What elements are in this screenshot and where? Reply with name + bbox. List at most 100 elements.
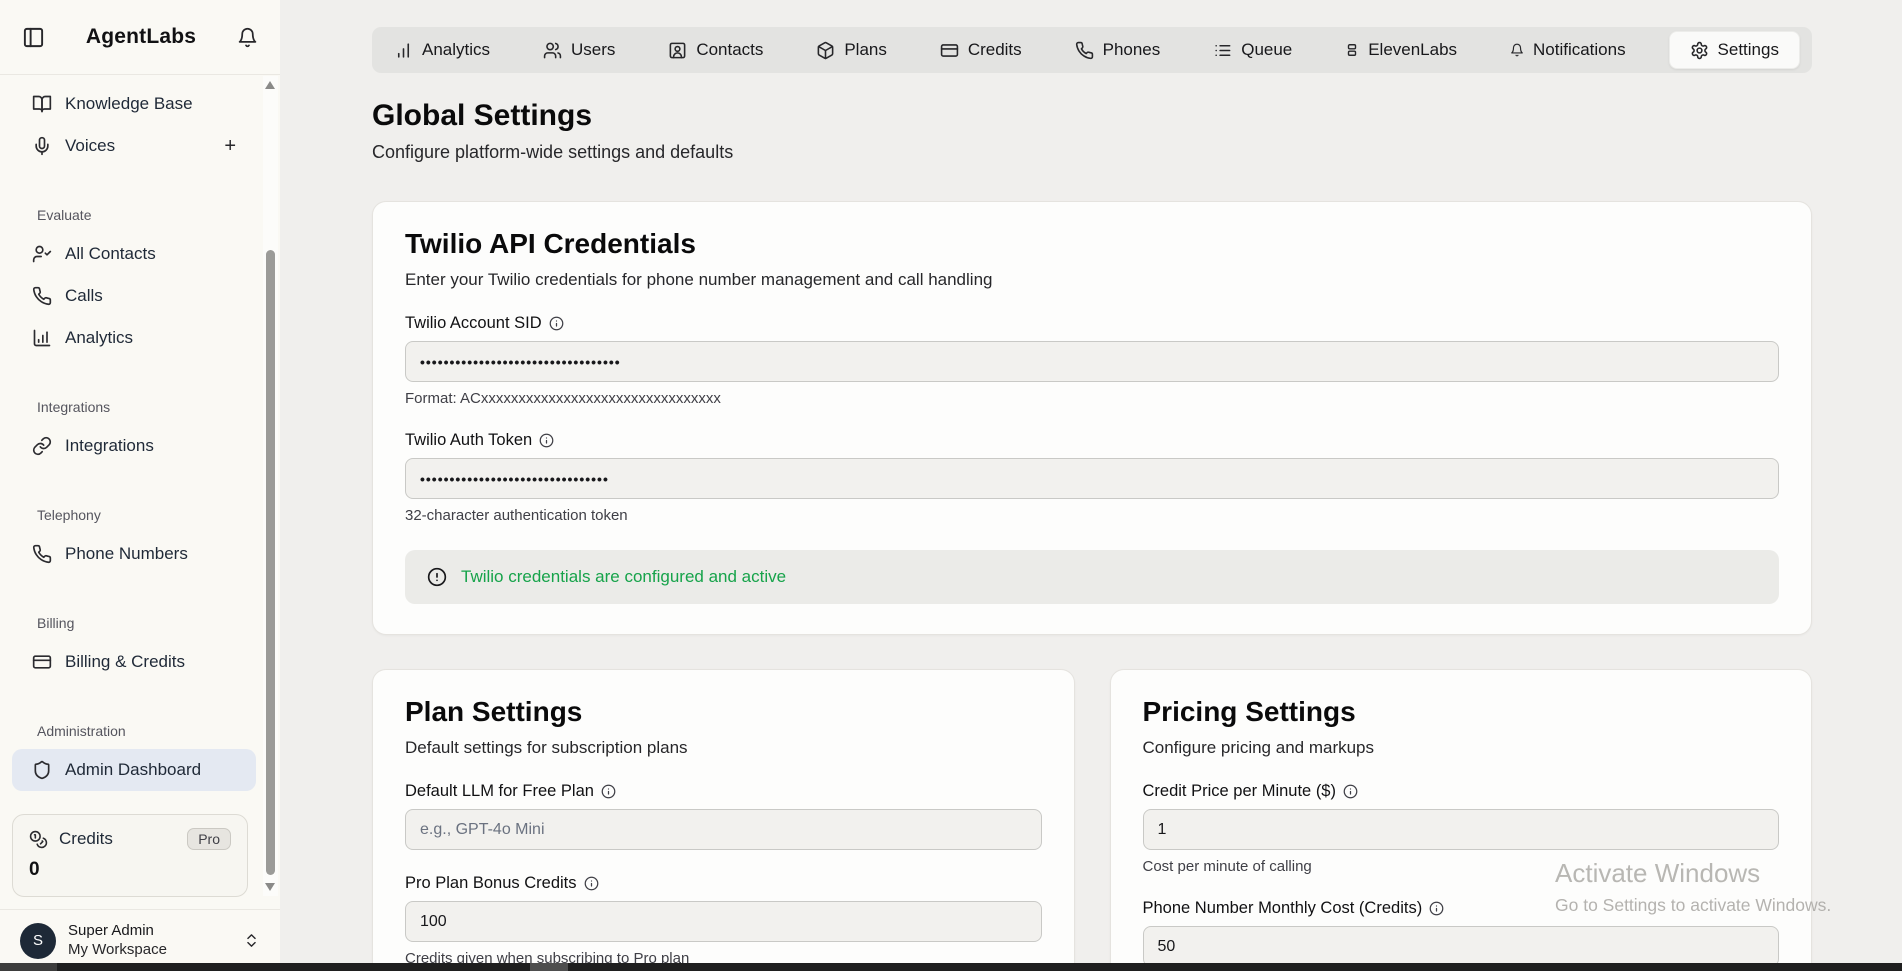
page-title: Global Settings xyxy=(372,99,1812,133)
tab-label: Phones xyxy=(1103,40,1161,60)
page-subtitle: Configure platform-wide settings and def… xyxy=(372,142,1812,163)
link-icon xyxy=(32,436,52,456)
scrollbar-thumb[interactable] xyxy=(266,250,275,875)
tab-notifications[interactable]: Notifications xyxy=(1500,27,1636,73)
tab-label: Analytics xyxy=(422,40,490,60)
info-icon[interactable] xyxy=(584,876,599,891)
phone-cost-field: Phone Number Monthly Cost (Credits) xyxy=(1143,899,1780,967)
field-label: Twilio Auth Token xyxy=(405,431,532,450)
sidebar-item-label: Admin Dashboard xyxy=(65,760,201,780)
twilio-token-field: Twilio Auth Token 32-character authentic… xyxy=(405,431,1779,524)
sidebar-item-label: Billing & Credits xyxy=(65,652,185,672)
section-title: Administration xyxy=(37,723,256,739)
sidebar-header: AgentLabs xyxy=(0,0,280,75)
sidebar-item-phone-numbers[interactable]: Phone Numbers xyxy=(12,533,256,575)
twilio-sid-input[interactable] xyxy=(405,341,1779,382)
sidebar-item-admin-dashboard[interactable]: Admin Dashboard xyxy=(12,749,256,791)
scroll-up-arrow[interactable] xyxy=(265,81,275,89)
tab-label: ElevenLabs xyxy=(1368,40,1457,60)
tab-plans[interactable]: Plans xyxy=(806,27,897,73)
status-text: Twilio credentials are configured and ac… xyxy=(461,567,786,587)
gear-icon xyxy=(1690,41,1709,60)
field-helper: 32-character authentication token xyxy=(405,507,1779,524)
default-llm-field: Default LLM for Free Plan xyxy=(405,782,1042,850)
credits-label: Credits xyxy=(59,829,176,849)
sidebar-item-label: Analytics xyxy=(65,328,133,348)
panel-toggle-icon[interactable] xyxy=(22,26,45,49)
sidebar-item-label: Phone Numbers xyxy=(65,544,188,564)
add-voice-button[interactable]: + xyxy=(224,136,236,156)
sidebar-scrollbar xyxy=(263,76,278,896)
tab-elevenlabs[interactable]: ElevenLabs xyxy=(1335,27,1467,73)
sidebar: AgentLabs Knowledge Base Voices + Evalua… xyxy=(0,0,280,971)
sidebar-section-administration: Administration Admin Dashboard xyxy=(12,723,256,791)
sidebar-item-analytics[interactable]: Analytics xyxy=(12,317,256,359)
chevrons-up-down-icon xyxy=(243,932,260,949)
bar-chart-icon xyxy=(32,328,52,348)
sidebar-item-label: All Contacts xyxy=(65,244,156,264)
info-icon[interactable] xyxy=(549,316,564,331)
phone-icon xyxy=(32,286,52,306)
sidebar-item-knowledge-base[interactable]: Knowledge Base xyxy=(12,83,256,125)
alert-circle-icon xyxy=(427,567,447,587)
tab-queue[interactable]: Queue xyxy=(1203,27,1302,73)
twilio-status-banner: Twilio credentials are configured and ac… xyxy=(405,550,1779,604)
settings-cards-row: Plan Settings Default settings for subsc… xyxy=(372,669,1812,971)
plan-settings-card: Plan Settings Default settings for subsc… xyxy=(372,669,1075,971)
list-icon xyxy=(1213,41,1232,60)
field-label: Pro Plan Bonus Credits xyxy=(405,874,577,893)
scroll-down-arrow[interactable] xyxy=(265,883,275,891)
avatar: S xyxy=(20,923,56,959)
app-window: AgentLabs Knowledge Base Voices + Evalua… xyxy=(0,0,1902,971)
field-label: Phone Number Monthly Cost (Credits) xyxy=(1143,899,1423,918)
workspace-name: My Workspace xyxy=(68,941,231,960)
tab-settings[interactable]: Settings xyxy=(1669,31,1800,69)
sidebar-item-calls[interactable]: Calls xyxy=(12,275,256,317)
card-title: Plan Settings xyxy=(405,696,1042,728)
field-label: Twilio Account SID xyxy=(405,314,542,333)
phone-icon xyxy=(1075,41,1094,60)
taskbar-edge-segment xyxy=(530,963,568,971)
sidebar-item-voices[interactable]: Voices + xyxy=(12,125,256,167)
tab-analytics[interactable]: Analytics xyxy=(384,27,500,73)
tab-label: Settings xyxy=(1718,40,1779,60)
mic-icon xyxy=(32,136,52,156)
tab-contacts[interactable]: Contacts xyxy=(658,27,773,73)
tab-credits[interactable]: Credits xyxy=(930,27,1032,73)
credit-card-icon xyxy=(32,652,52,672)
sidebar-nav: Knowledge Base Voices + Evaluate All Con… xyxy=(0,75,280,814)
sidebar-item-integrations[interactable]: Integrations xyxy=(12,425,256,467)
tab-label: Queue xyxy=(1241,40,1292,60)
info-icon[interactable] xyxy=(1343,784,1358,799)
workspace-switcher[interactable]: S Super Admin My Workspace xyxy=(0,909,280,971)
coins-icon xyxy=(29,830,48,849)
pro-badge: Pro xyxy=(187,828,231,850)
twilio-token-input[interactable] xyxy=(405,458,1779,499)
section-title: Telephony xyxy=(37,507,256,523)
tab-phones[interactable]: Phones xyxy=(1065,27,1171,73)
default-llm-input[interactable] xyxy=(405,809,1042,850)
card-subtitle: Configure pricing and markups xyxy=(1143,738,1780,758)
bell-icon[interactable] xyxy=(237,27,258,48)
tab-users[interactable]: Users xyxy=(533,27,625,73)
info-icon[interactable] xyxy=(1429,901,1444,916)
taskbar-edge-segment xyxy=(0,963,57,971)
tab-label: Credits xyxy=(968,40,1022,60)
bonus-credits-input[interactable] xyxy=(405,901,1042,942)
sidebar-item-all-contacts[interactable]: All Contacts xyxy=(12,233,256,275)
phone-cost-input[interactable] xyxy=(1143,926,1780,967)
sidebar-item-label: Integrations xyxy=(65,436,154,456)
sidebar-item-billing-credits[interactable]: Billing & Credits xyxy=(12,641,256,683)
credits-card: Credits Pro 0 xyxy=(12,814,248,897)
info-icon[interactable] xyxy=(601,784,616,799)
section-title: Integrations xyxy=(37,399,256,415)
admin-tab-bar: Analytics Users Contacts Plans Credits P… xyxy=(372,27,1812,73)
section-title: Billing xyxy=(37,615,256,631)
tab-label: Notifications xyxy=(1533,40,1626,60)
taskbar-edge xyxy=(0,963,1902,971)
shield-icon xyxy=(32,760,52,780)
stack-icon xyxy=(1345,43,1359,57)
user-name: Super Admin xyxy=(68,922,231,941)
info-icon[interactable] xyxy=(539,433,554,448)
credit-price-input[interactable] xyxy=(1143,809,1780,850)
